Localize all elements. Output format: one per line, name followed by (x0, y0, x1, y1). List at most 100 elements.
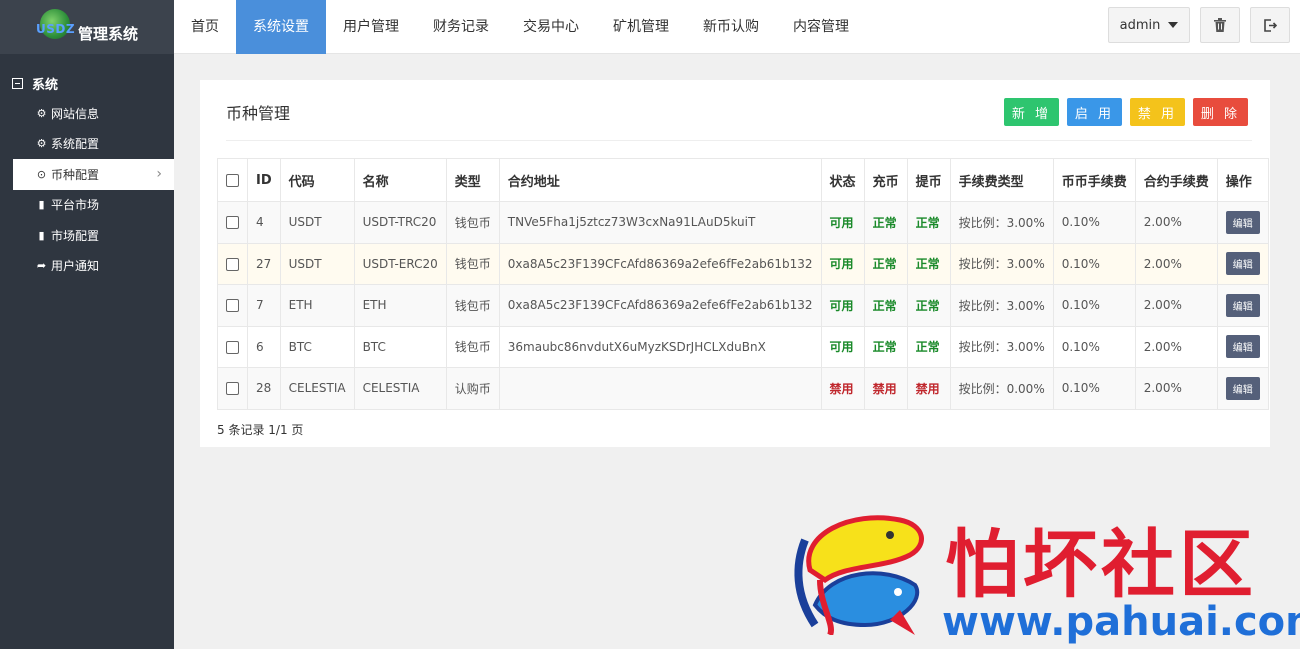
logout-button[interactable] (1250, 7, 1290, 43)
cell-id: 6 (247, 325, 281, 368)
cell-contract-fee: 2.00% (1134, 242, 1218, 285)
cell-contract-fee: 2.00% (1134, 325, 1218, 368)
logout-icon (1263, 18, 1277, 32)
sidebar-item-label: 系统配置 (51, 137, 100, 152)
sidebar-item-platform-market[interactable]: ▮ 平台市场 (0, 190, 174, 221)
cell-deposit: 禁用 (863, 367, 908, 410)
sidebar-group-system[interactable]: 系统 (0, 68, 174, 98)
edit-button[interactable]: 编辑 (1225, 210, 1260, 234)
cell-withdraw: 正常 (906, 242, 951, 285)
watermark-title: 怕坏社区 (945, 522, 1257, 608)
sidebar-item-coin-config[interactable]: ⊙ 币种配置 › (13, 159, 174, 190)
bar-chart-icon: ▮ (38, 198, 45, 212)
logo[interactable]: USDZ 管理系统 (0, 0, 174, 54)
trash-icon (1214, 18, 1226, 32)
nav-home[interactable]: 首页 (174, 0, 236, 54)
col-contract-address: 合约地址 (498, 158, 822, 202)
nav-trading-center[interactable]: 交易中心 (506, 0, 596, 54)
globe-logo-icon: USDZ (36, 8, 75, 46)
cell-action: 编辑 (1216, 201, 1269, 244)
nav-user-management[interactable]: 用户管理 (326, 0, 416, 54)
row-checkbox[interactable] (226, 257, 239, 271)
select-all-checkbox[interactable] (226, 173, 239, 187)
cell-address (498, 367, 822, 410)
cell-code: ETH (279, 284, 355, 327)
nav-mining-management[interactable]: 矿机管理 (596, 0, 686, 54)
cell-contract-fee: 2.00% (1134, 367, 1218, 410)
cell-code: BTC (279, 325, 355, 368)
table-header-row: ID 代码 名称 类型 合约地址 状态 充币 提币 手续费类型 币币手续费 合约… (217, 158, 1269, 202)
nav-system-settings[interactable]: 系统设置 (236, 0, 326, 54)
pagination-info: 5 条记录 1/1 页 (217, 423, 304, 437)
cell-deposit: 正常 (863, 201, 908, 244)
sidebar-item-label: 市场配置 (51, 228, 100, 243)
cell-name: USDT-TRC20 (353, 201, 447, 244)
sidebar-item-label: 用户通知 (51, 259, 100, 274)
chevron-right-icon: › (156, 166, 162, 183)
sidebar-item-user-notice[interactable]: ➦ 用户通知 (0, 251, 174, 282)
page-title: 币种管理 (226, 104, 291, 123)
col-id: ID (247, 158, 281, 202)
cell-name: BTC (353, 325, 447, 368)
add-button[interactable]: 新 增 (1004, 98, 1059, 126)
sidebar-item-label: 网站信息 (51, 106, 100, 121)
cell-spot-fee: 0.10% (1052, 325, 1136, 368)
cell-code: USDT (279, 201, 355, 244)
user-dropdown[interactable]: admin (1108, 7, 1190, 43)
edit-button[interactable]: 编辑 (1225, 252, 1260, 276)
col-contract-fee: 合约手续费 (1134, 158, 1218, 202)
col-withdraw: 提币 (906, 158, 951, 202)
disable-button[interactable]: 禁 用 (1130, 98, 1185, 126)
cell-action: 编辑 (1216, 325, 1269, 368)
cell-fee-type: 按比例：3.00% (949, 325, 1054, 368)
cell-name: USDT-ERC20 (353, 242, 447, 285)
cell-fee-type: 按比例：3.00% (949, 284, 1054, 327)
cell-fee-type: 按比例：3.00% (949, 201, 1054, 244)
cell-name: CELESTIA (353, 367, 447, 410)
sidebar-item-site-info[interactable]: ⚙ 网站信息 (0, 98, 174, 129)
nav-content-management[interactable]: 内容管理 (776, 0, 866, 54)
cell-id: 28 (247, 367, 281, 410)
col-spot-fee: 币币手续费 (1052, 158, 1136, 202)
watermark-url: www.pahuai.com (942, 599, 1300, 645)
col-status: 状态 (820, 158, 865, 202)
clear-cache-button[interactable] (1200, 7, 1240, 43)
col-deposit: 充币 (863, 158, 908, 202)
top-nav: 首页 系统设置 用户管理 财务记录 交易中心 矿机管理 新币认购 内容管理 ad… (174, 0, 1300, 54)
edit-button[interactable]: 编辑 (1225, 293, 1260, 317)
row-checkbox[interactable] (226, 216, 239, 230)
cell-id: 4 (247, 201, 281, 244)
table-row: 7 ETH ETH 钱包币 0xa8A5c23F139CFcAfd86369a2… (217, 284, 1269, 327)
cell-spot-fee: 0.10% (1052, 284, 1136, 327)
enable-button[interactable]: 启 用 (1067, 98, 1122, 126)
table-row: 28 CELESTIA CELESTIA 认购币 禁用 禁用 禁用 按比例：0.… (217, 367, 1269, 410)
sidebar-item-market-config[interactable]: ▮ 市场配置 (0, 220, 174, 251)
cell-withdraw: 禁用 (906, 367, 951, 410)
cell-type: 钱包币 (445, 201, 500, 244)
cell-deposit: 正常 (863, 242, 908, 285)
app-title: 管理系统 (78, 24, 139, 43)
sidebar-item-system-config[interactable]: ⚙ 系统配置 (0, 129, 174, 160)
row-checkbox[interactable] (226, 382, 239, 396)
cell-spot-fee: 0.10% (1052, 242, 1136, 285)
fish-logo-icon (794, 515, 924, 635)
divider (226, 140, 1252, 141)
row-checkbox[interactable] (226, 299, 239, 313)
table-row: 4 USDT USDT-TRC20 钱包币 TNVe5Fha1j5ztcz73W… (217, 201, 1269, 244)
gear-icon: ⚙ (36, 137, 47, 151)
edit-button[interactable]: 编辑 (1225, 376, 1260, 400)
delete-button[interactable]: 删 除 (1193, 98, 1248, 126)
cell-withdraw: 正常 (906, 201, 951, 244)
cell-status: 禁用 (820, 367, 865, 410)
row-checkbox[interactable] (226, 340, 239, 354)
edit-button[interactable]: 编辑 (1225, 335, 1260, 359)
cell-id: 7 (247, 284, 281, 327)
cell-fee-type: 按比例：0.00% (949, 367, 1054, 410)
cell-type: 钱包币 (445, 242, 500, 285)
nav-new-coin-subscription[interactable]: 新币认购 (686, 0, 776, 54)
col-action: 操作 (1216, 158, 1269, 202)
cell-status: 可用 (820, 325, 865, 368)
cell-contract-fee: 2.00% (1134, 201, 1218, 244)
sidebar-item-label: 币种配置 (51, 167, 100, 182)
nav-finance-records[interactable]: 财务记录 (416, 0, 506, 54)
